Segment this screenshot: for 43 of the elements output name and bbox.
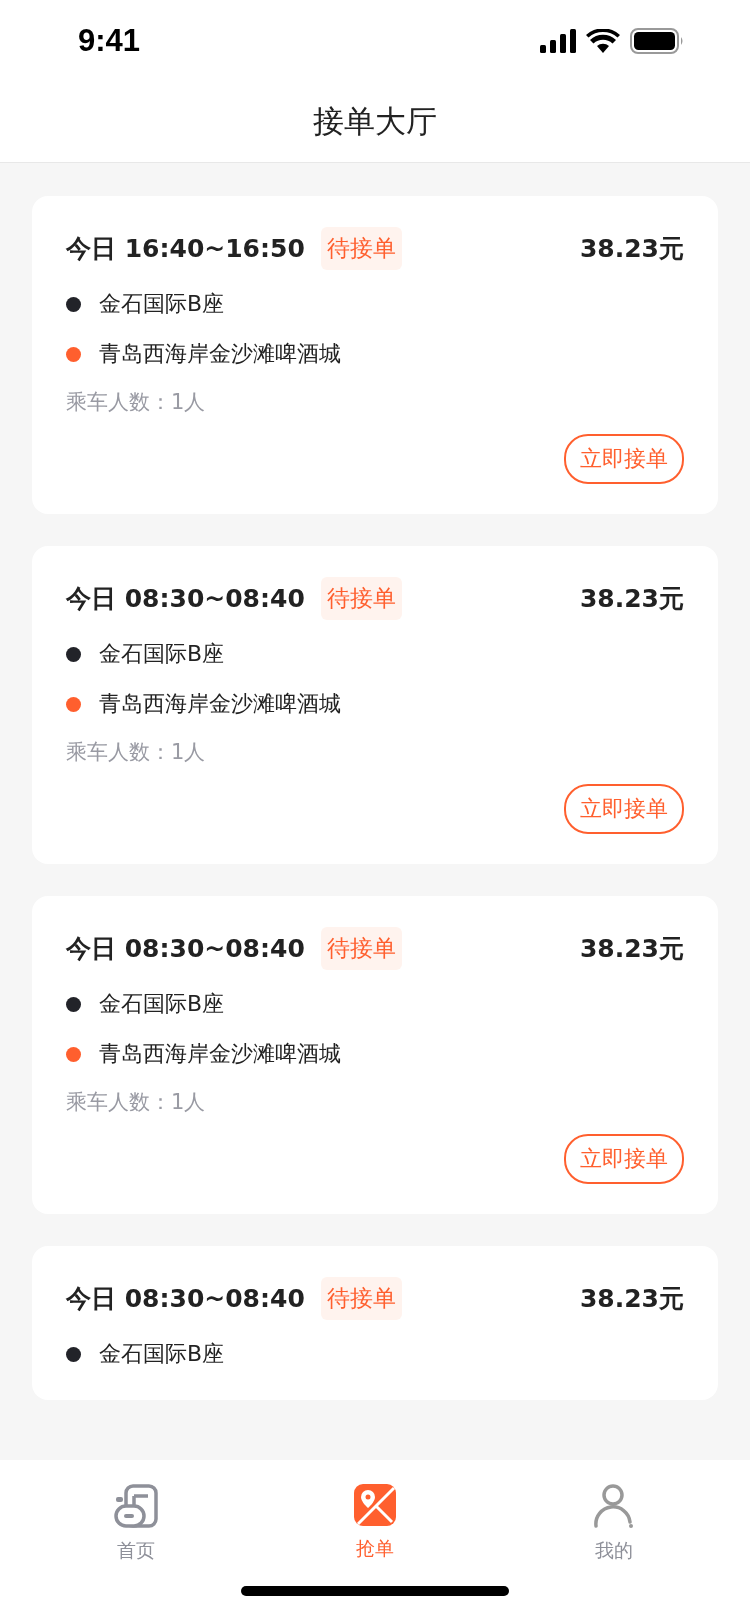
- origin-dot: [66, 1346, 81, 1362]
- wifi-icon: [586, 29, 620, 53]
- accept-button[interactable]: 立即接单: [564, 434, 684, 484]
- passenger-count: 乘车人数：1人: [66, 389, 207, 416]
- order-price: 38.23元: [579, 1282, 684, 1315]
- order-price: 38.23元: [579, 232, 684, 265]
- signal-icon: [540, 29, 576, 53]
- status-time: 9:41: [78, 23, 141, 59]
- status-tag: 待接单: [320, 576, 402, 620]
- origin-dot: [66, 996, 81, 1012]
- me-tab[interactable]: 我的: [554, 1484, 675, 1564]
- user-icon: [593, 1484, 636, 1528]
- status-tag: 待接单: [320, 926, 402, 970]
- order-time: 今日 08:30~08:40: [66, 932, 305, 965]
- destination-dot: [66, 696, 81, 712]
- order-time: 今日 08:30~08:40: [66, 1282, 305, 1315]
- accept-button[interactable]: 立即接单: [564, 784, 684, 834]
- device-icon: [113, 1484, 158, 1528]
- home-tab[interactable]: 首页: [75, 1484, 196, 1564]
- order-time: 今日 16:40~16:50: [66, 232, 305, 265]
- stop-name: 青岛西海岸金沙滩啤酒城: [99, 1040, 341, 1068]
- stop-name: 青岛西海岸金沙滩啤酒城: [99, 690, 341, 718]
- stop-name: 青岛西海岸金沙滩啤酒城: [99, 340, 341, 368]
- stop-name: 金石国际B座: [99, 640, 225, 668]
- stop-name: 金石国际B座: [99, 1340, 225, 1368]
- origin-dot: [66, 296, 81, 312]
- order-price: 38.23元: [579, 932, 684, 965]
- page-title: 接单大厅: [313, 102, 437, 141]
- grab-tab[interactable]: 抢单: [315, 1484, 435, 1564]
- stop-name: 金石国际B座: [99, 990, 225, 1018]
- map-pin-icon: [354, 1484, 396, 1526]
- passenger-count: 乘车人数：1人: [66, 739, 207, 766]
- battery-icon: [630, 28, 684, 54]
- status-tag: 待接单: [320, 1276, 402, 1320]
- order-time: 今日 08:30~08:40: [66, 582, 305, 615]
- accept-button[interactable]: 立即接单: [564, 1134, 684, 1184]
- origin-dot: [66, 646, 81, 662]
- destination-dot: [66, 346, 81, 362]
- status-tag: 待接单: [320, 226, 402, 270]
- stop-name: 金石国际B座: [99, 290, 225, 318]
- order-price: 38.23元: [579, 582, 684, 615]
- passenger-count: 乘车人数：1人: [66, 1089, 207, 1116]
- destination-dot: [66, 1046, 81, 1062]
